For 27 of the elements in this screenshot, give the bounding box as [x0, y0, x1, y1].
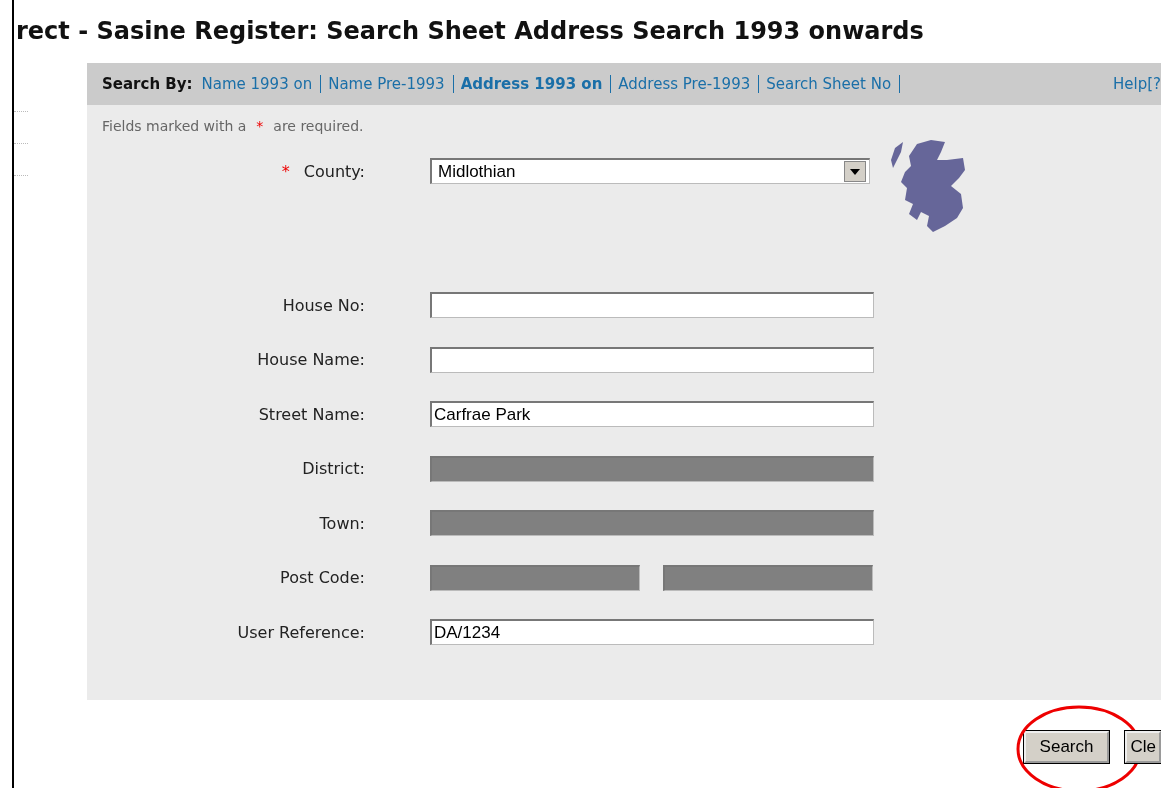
- input-field[interactable]: [430, 292, 874, 319]
- field-label: Town:: [319, 513, 365, 533]
- search-by-link[interactable]: Name 1993 on: [201, 75, 322, 93]
- input-field[interactable]: Carfrae Park: [430, 401, 874, 428]
- input-field[interactable]: DA/1234: [430, 619, 874, 646]
- field-label: User Reference:: [237, 622, 365, 642]
- field-label: Post Code:: [280, 568, 365, 588]
- search-by-link[interactable]: Address Pre-1993: [618, 75, 760, 93]
- page-title: rect - Sasine Register: Search Sheet Address Search 1993 onwards: [15, 16, 925, 47]
- search-by-label: Search By:: [102, 75, 193, 93]
- required-note: are required.: [273, 118, 364, 134]
- search-by-link[interactable]: Address 1993 on: [460, 75, 612, 93]
- search-by-link[interactable]: Search Sheet No: [766, 75, 901, 93]
- field-label: County:: [303, 161, 365, 181]
- field-label: House Name:: [257, 350, 365, 370]
- field-label: House No:: [282, 295, 365, 315]
- input-field[interactable]: [430, 346, 874, 373]
- required-mark: *: [281, 161, 290, 181]
- search-by-link[interactable]: Name Pre-1993: [328, 75, 454, 93]
- form-button[interactable]: Cle: [1125, 731, 1161, 763]
- field-label: Street Name:: [258, 404, 365, 424]
- help-link[interactable]: Help[?: [1113, 75, 1161, 93]
- form-button[interactable]: Search: [1023, 731, 1110, 763]
- field-label: District:: [302, 459, 365, 479]
- required-note: Fields marked with a: [102, 118, 247, 134]
- required-mark: *: [256, 118, 264, 134]
- county-select[interactable]: Midlothian: [430, 158, 870, 184]
